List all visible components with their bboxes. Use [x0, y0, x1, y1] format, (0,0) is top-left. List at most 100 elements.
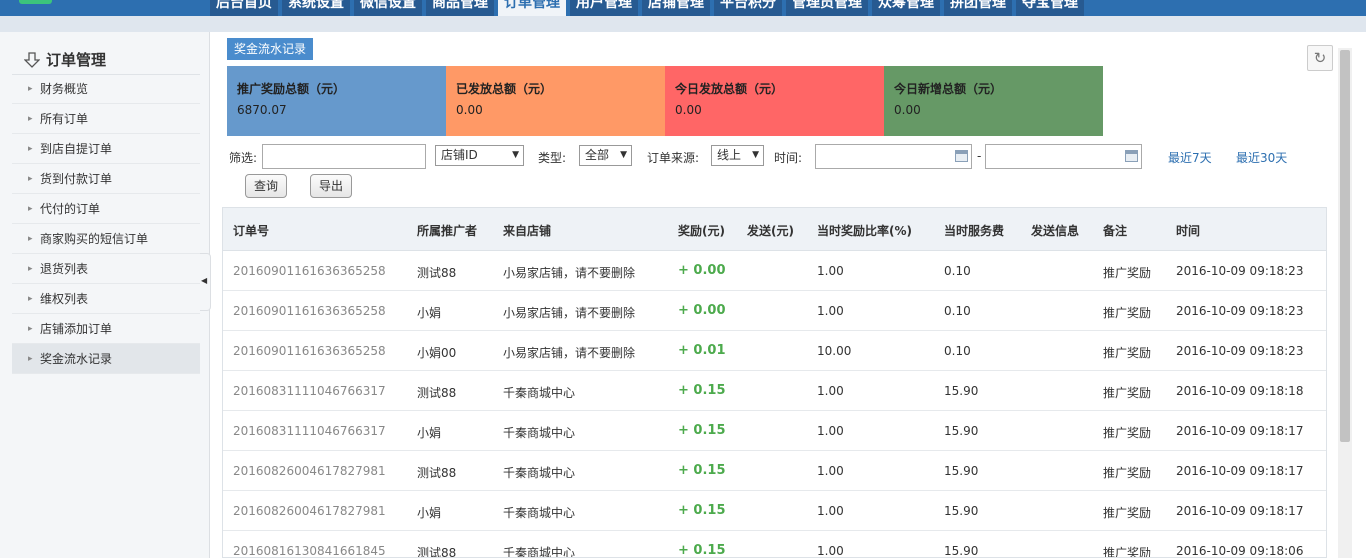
sidebar-item-label: 维权列表: [40, 292, 89, 306]
table-cell: + 0.15: [678, 503, 726, 518]
sidebar-header: 订单管理: [24, 49, 106, 70]
table-row: 20160901161636365258 小娟00 小易家店铺，请不要删除 + 0.0…: [223, 331, 1326, 371]
last-30-days-link[interactable]: 最近30天: [1236, 149, 1287, 166]
nav-item[interactable]: 用户管理: [570, 0, 638, 16]
sidebar-collapse-toggle[interactable]: ◀: [200, 253, 211, 311]
table-cell: 推广奖励: [1103, 306, 1152, 320]
nav-item[interactable]: 系统设置: [282, 0, 350, 16]
table-cell: 千秦商城中心: [503, 506, 576, 520]
refresh-button[interactable]: ↻: [1307, 45, 1333, 71]
table-cell: 推广奖励: [1103, 426, 1152, 440]
main-content: 奖金流水记录 ↻ 推广奖励总额（元） 6870.07 已发放总额（元） 0.00 今日发…: [211, 32, 1366, 558]
table-header: 订单号 所属推广者 来自店铺 奖励(元) 发送(元) 当时奖励比率(%) 当时服务费 发送信息…: [223, 208, 1326, 251]
table-cell: 1.00: [817, 384, 844, 398]
table-cell: 测试88: [417, 266, 457, 280]
table-cell: 15.90: [944, 464, 979, 478]
last-7-days-link[interactable]: 最近7天: [1168, 149, 1212, 166]
table-cell: 2016-10-09 09:18:17: [1176, 504, 1304, 518]
vertical-scrollbar[interactable]: [1338, 48, 1352, 558]
stat-label: 今日发放总额（元）: [675, 82, 784, 96]
nav-item[interactable]: 众筹管理: [872, 0, 940, 16]
query-button[interactable]: 查询: [245, 174, 288, 198]
bullet-arrow-icon: ▸: [28, 204, 33, 214]
nav-item[interactable]: 微信设置: [354, 0, 422, 16]
sidebar-item[interactable]: ▸ 货到付款订单: [12, 164, 200, 194]
table-cell: 1.00: [817, 504, 844, 518]
scrollbar-thumb[interactable]: [1340, 50, 1350, 442]
nav-item[interactable]: 平台积分: [714, 0, 782, 16]
sidebar-item[interactable]: ▸ 商家购买的短信订单: [12, 224, 200, 254]
sidebar-item[interactable]: ▸ 到店自提订单: [12, 134, 200, 164]
table-row: 20160826004617827981 测试88 千秦商城中心 + 0.15 1.00…: [223, 451, 1326, 491]
table-cell: 2016-10-09 09:18:17: [1176, 424, 1304, 438]
caret-down-icon: ▼: [512, 150, 519, 160]
table-cell: 推广奖励: [1103, 506, 1152, 520]
stat-label: 推广奖励总额（元）: [237, 82, 346, 96]
table-cell: 小娟: [417, 506, 442, 520]
filter-field-select[interactable]: 店铺ID ▼: [435, 145, 524, 166]
table-cell: 小易家店铺，请不要删除: [503, 346, 636, 360]
table-cell: 2016-10-09 09:18:18: [1176, 384, 1304, 398]
end-date-input[interactable]: [985, 144, 1142, 169]
table-cell: 千秦商城中心: [503, 426, 576, 440]
caret-down-icon: ▼: [620, 150, 627, 160]
nav-item[interactable]: 店铺管理: [642, 0, 710, 16]
sidebar-item[interactable]: ▸ 奖金流水记录: [12, 344, 200, 374]
sidebar-item-label: 货到付款订单: [40, 172, 113, 186]
sidebar-item[interactable]: ▸ 店铺添加订单: [12, 314, 200, 344]
nav-item[interactable]: 商品管理: [426, 0, 494, 16]
table-cell: 0.10: [944, 264, 971, 278]
sidebar-title: 订单管理: [46, 51, 107, 69]
sidebar-item-label: 店铺添加订单: [40, 322, 113, 336]
sidebar-item-label: 代付的订单: [40, 202, 101, 216]
bullet-arrow-icon: ▸: [28, 264, 33, 274]
table-cell: 小易家店铺，请不要删除: [503, 266, 636, 280]
table-cell: + 0.15: [678, 463, 726, 478]
sidebar-item[interactable]: ▸ 代付的订单: [12, 194, 200, 224]
table-cell: 测试88: [417, 546, 457, 558]
nav-item[interactable]: 拼团管理: [944, 0, 1012, 16]
bullet-arrow-icon: ▸: [28, 174, 33, 184]
column-header: 时间: [1176, 224, 1201, 238]
nav-item[interactable]: 后台首页: [210, 0, 278, 16]
bullet-arrow-icon: ▸: [28, 324, 33, 334]
table-cell: 0.10: [944, 344, 971, 358]
filter-input[interactable]: [262, 144, 426, 169]
table-cell: 2016-10-09 09:18:06: [1176, 544, 1304, 558]
collapse-left-icon: ◀: [201, 276, 208, 285]
sidebar-item[interactable]: ▸ 所有订单: [12, 104, 200, 134]
calendar-icon[interactable]: [955, 150, 968, 162]
table-cell: 10.00: [817, 344, 852, 358]
source-label: 订单来源:: [647, 151, 700, 165]
sidebar-item-label: 财务概览: [40, 82, 89, 96]
table-cell: 千秦商城中心: [503, 546, 576, 558]
table-cell: 20160826004617827981: [233, 504, 386, 518]
stat-card: 今日新增总额（元） 0.00: [884, 66, 1103, 136]
sidebar-item[interactable]: ▸ 维权列表: [12, 284, 200, 314]
start-date-input[interactable]: [815, 144, 972, 169]
table-cell: 推广奖励: [1103, 546, 1152, 558]
table-cell: 推广奖励: [1103, 386, 1152, 400]
table-row: 20160901161636365258 测试88 小易家店铺，请不要删除 + 0.0…: [223, 251, 1326, 291]
sidebar-item[interactable]: ▸ 财务概览: [12, 74, 200, 104]
bonus-record-table: 订单号 所属推广者 来自店铺 奖励(元) 发送(元) 当时奖励比率(%) 当时服务费 发送信息…: [222, 207, 1327, 558]
column-header: 发送(元): [747, 224, 794, 238]
column-header: 所属推广者: [417, 224, 478, 238]
type-select[interactable]: 全部 ▼: [579, 145, 632, 166]
column-header: 订单号: [233, 224, 270, 238]
stat-label: 今日新增总额（元）: [894, 82, 1003, 96]
table-cell: 0.10: [944, 304, 971, 318]
nav-item[interactable]: 夺宝管理: [1016, 0, 1084, 16]
sidebar-item[interactable]: ▸ 退货列表: [12, 254, 200, 284]
nav-item[interactable]: 管理员管理: [786, 0, 868, 16]
table-cell: 20160831111046766317: [233, 384, 386, 398]
export-button[interactable]: 导出: [310, 174, 353, 198]
source-select[interactable]: 线上 ▼: [711, 145, 764, 166]
calendar-icon[interactable]: [1125, 150, 1138, 162]
stat-card: 今日发放总额（元） 0.00: [665, 66, 884, 136]
table-cell: + 0.01: [678, 343, 726, 358]
table-cell: 测试88: [417, 386, 457, 400]
page-title-tab[interactable]: 奖金流水记录: [227, 38, 313, 60]
nav-item[interactable]: 订单管理: [498, 0, 566, 16]
table-cell: 推广奖励: [1103, 346, 1152, 360]
